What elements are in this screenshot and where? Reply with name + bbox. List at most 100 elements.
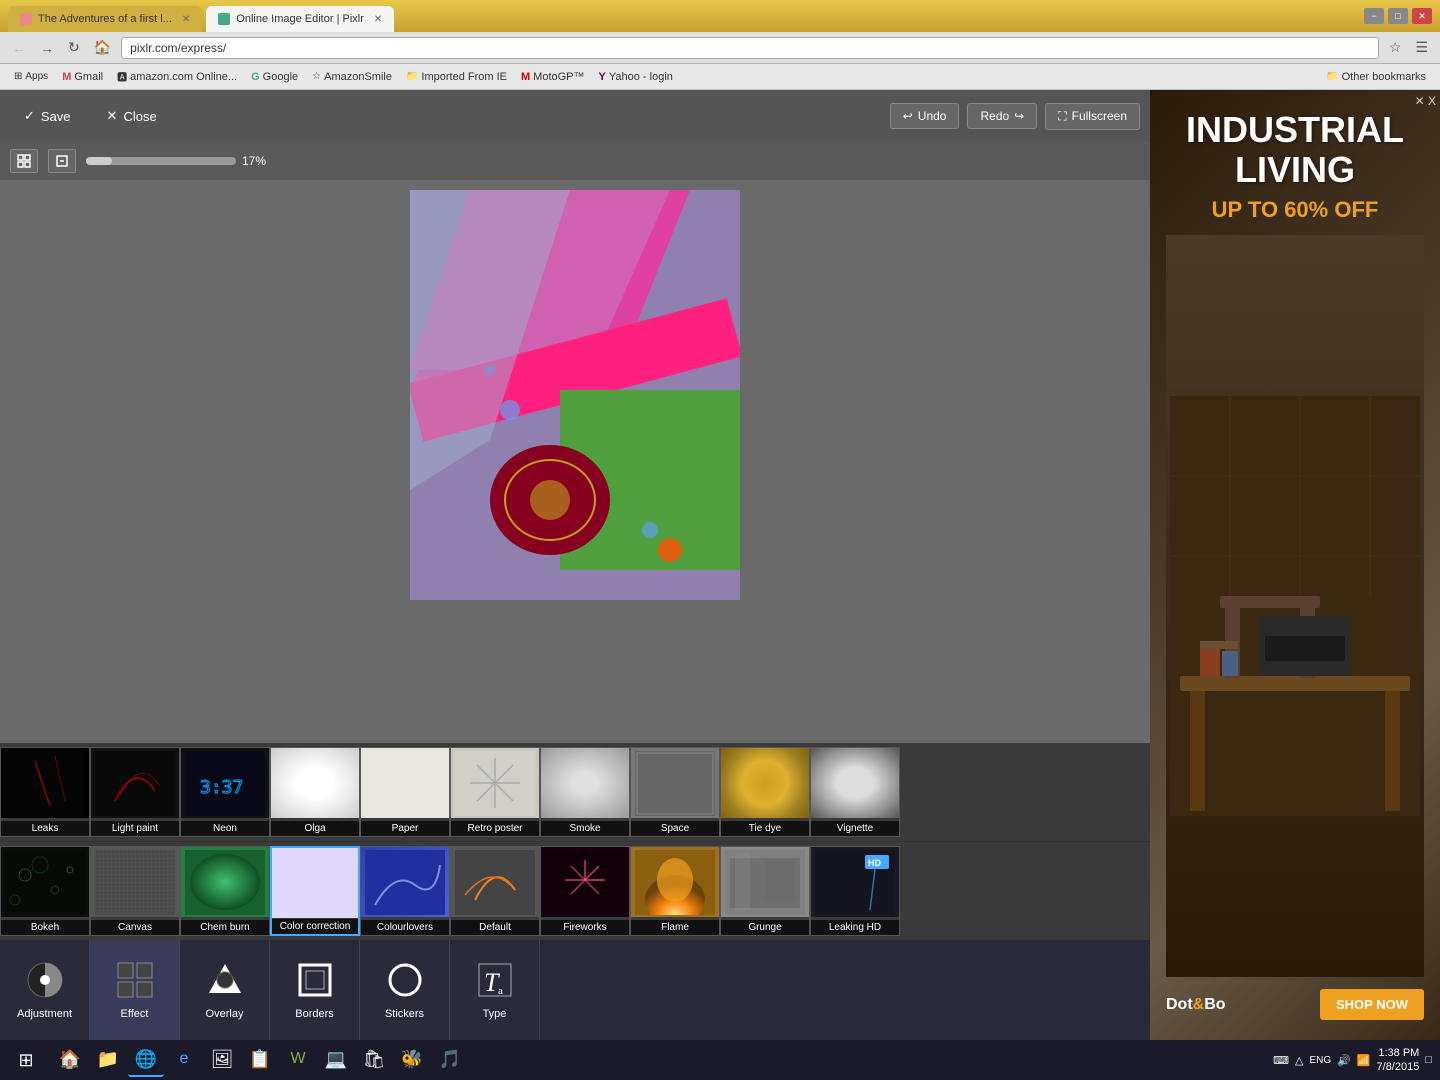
apps-label: Apps (25, 71, 48, 82)
effect-lightpaint[interactable]: Light paint (90, 747, 180, 837)
effect-colorcorrection[interactable]: Color correction (270, 846, 360, 936)
taskbar-start[interactable]: ⊞ (8, 1043, 44, 1077)
taskbar-app-laptop[interactable]: 💻 (318, 1043, 354, 1077)
effect-olga[interactable]: Olga (270, 747, 360, 837)
tool-borders[interactable]: Borders (270, 940, 360, 1040)
close-button[interactable]: ✕ Close (93, 102, 171, 130)
systray-network-icon[interactable]: 📶 (1357, 1054, 1371, 1067)
ad-close-icon[interactable]: ✕ X (1415, 94, 1436, 108)
systray-notification[interactable]: □ (1425, 1054, 1432, 1066)
address-bar[interactable]: pixlr.com/express/ (121, 37, 1379, 59)
undo-button[interactable]: ↩ Undo (890, 103, 960, 129)
zoom-actual-btn[interactable] (48, 149, 76, 173)
effect-neon[interactable]: 3:37 Neon (180, 747, 270, 837)
toolbar-right: ↩ Undo Redo ↪ ⛶ Fullscreen (890, 103, 1140, 130)
bookmark-amazonsmile[interactable]: ☆ AmazonSmile (306, 69, 398, 85)
tool-effect[interactable]: Effect (90, 940, 180, 1040)
effect-flame[interactable]: Flame (630, 846, 720, 936)
bottom-panel: Leaks Light paint (0, 743, 1150, 1040)
amazon-icon: 🅰 (117, 69, 127, 84)
ad-subtitle: UP TO 60% OFF (1212, 197, 1379, 223)
effect-chemburn[interactable]: Chem burn (180, 846, 270, 936)
canvas-area (0, 180, 1150, 743)
tool-stickers[interactable]: Stickers (360, 940, 450, 1040)
effect-bokeh[interactable]: Bokeh (0, 846, 90, 936)
tool-adjustment[interactable]: Adjustment (0, 940, 90, 1040)
tab-pixlr[interactable]: Online Image Editor | Pixlr ✕ (206, 6, 394, 32)
bookmark-imported[interactable]: 📁 Imported From IE (400, 69, 513, 85)
effect-fireworks[interactable]: Fireworks (540, 846, 630, 936)
smile-label: AmazonSmile (324, 71, 392, 83)
tab-close-pixlr[interactable]: ✕ (374, 14, 382, 25)
tab-close-adventures[interactable]: ✕ (182, 14, 190, 25)
save-button[interactable]: ✓ Save (10, 102, 85, 130)
taskbar-app-home[interactable]: 🏠 (52, 1043, 88, 1077)
adjustment-icon (25, 960, 65, 1000)
effect-default[interactable]: Default (450, 846, 540, 936)
close-label: Close (123, 109, 156, 124)
systray-arrow-icon[interactable]: △ (1295, 1054, 1303, 1067)
effect-grunge[interactable]: Grunge (720, 846, 810, 936)
taskbar-app-store[interactable]: 🛍 (356, 1043, 392, 1077)
zoom-slider-container[interactable]: 17% (86, 154, 266, 168)
yahoo-label: Yahoo - login (609, 71, 673, 83)
tab-adventures[interactable]: The Adventures of a first l... ✕ (8, 6, 202, 32)
taskbar-app-media[interactable]: 🎵 (432, 1043, 468, 1077)
zoom-fit-btn[interactable] (10, 149, 38, 173)
taskbar-app-ie[interactable]: e (166, 1043, 202, 1077)
svg-text:3:37: 3:37 (200, 777, 243, 798)
systray-volume-icon[interactable]: 🔊 (1337, 1054, 1351, 1067)
redo-button[interactable]: Redo ↪ (967, 103, 1037, 129)
effect-label-bokeh: Bokeh (1, 920, 89, 935)
svg-text:a: a (498, 985, 503, 997)
effect-space[interactable]: Space (630, 747, 720, 837)
taskbar-app-clipboard[interactable]: 📋 (242, 1043, 278, 1077)
bookmark-motogp[interactable]: M MotoGP™ (515, 69, 591, 85)
yahoo-icon: Y (599, 71, 606, 83)
nav-back[interactable]: ← (8, 38, 30, 58)
effect-tiedye[interactable]: Tie dye (720, 747, 810, 837)
overlay-icon (205, 960, 245, 1000)
effect-colourlovers[interactable]: Colourlovers (360, 846, 450, 936)
apps-icon: ⊞ (14, 71, 22, 82)
tool-type[interactable]: T a Type (450, 940, 540, 1040)
nav-refresh[interactable]: ↻ (64, 37, 84, 58)
zoom-slider[interactable] (86, 157, 236, 165)
stickers-label: Stickers (385, 1008, 424, 1020)
effect-paper[interactable]: Paper (360, 747, 450, 837)
bookmark-amazon[interactable]: 🅰 amazon.com Online... (111, 67, 243, 86)
bookmark-gmail[interactable]: M Gmail (56, 69, 109, 85)
taskbar-app-browser[interactable]: 🌐 (128, 1043, 164, 1077)
undo-icon: ↩ (903, 109, 913, 123)
fullscreen-button[interactable]: ⛶ Fullscreen (1045, 103, 1140, 130)
effect-retroposter[interactable]: Retro poster (450, 747, 540, 837)
effect-leakingHD[interactable]: HD Leaking HD (810, 846, 900, 936)
bookmark-apps[interactable]: ⊞ Apps (8, 69, 54, 84)
bookmark-yahoo[interactable]: Y Yahoo - login (593, 69, 679, 85)
nav-home[interactable]: 🏠 (90, 37, 115, 58)
taskbar-app-explorer[interactable]: 📁 (90, 1043, 126, 1077)
taskbar-app-office[interactable]: W (280, 1043, 316, 1077)
image-canvas (410, 190, 740, 600)
bookmark-google[interactable]: G Google (245, 69, 304, 85)
bookmark-other[interactable]: 📁 Other bookmarks (1320, 69, 1432, 85)
effect-vignette[interactable]: Vignette (810, 747, 900, 837)
systray-keyboard-icon[interactable]: ⌨ (1273, 1054, 1289, 1067)
systray-lang[interactable]: ENG (1309, 1055, 1331, 1066)
effect-label-space: Space (631, 821, 719, 836)
ad-shop-button[interactable]: SHOP NOW (1320, 989, 1424, 1020)
effect-leaks[interactable]: Leaks (0, 747, 90, 837)
taskbar-app-bee[interactable]: 🐝 (394, 1043, 430, 1077)
flame-thumb-img (635, 850, 715, 915)
window-maximize[interactable]: □ (1388, 8, 1408, 24)
window-minimize[interactable]: − (1364, 8, 1384, 24)
effect-canvas[interactable]: Canvas (90, 846, 180, 936)
effect-label-lightpaint: Light paint (91, 821, 179, 836)
taskbar-app-photos[interactable]: 🖼 (204, 1043, 240, 1077)
effect-smoke[interactable]: Smoke (540, 747, 630, 837)
nav-star[interactable]: ☆ (1385, 37, 1406, 58)
nav-forward[interactable]: → (36, 38, 58, 58)
nav-menu[interactable]: ☰ (1411, 37, 1432, 58)
window-close[interactable]: ✕ (1412, 8, 1432, 24)
tool-overlay[interactable]: Overlay (180, 940, 270, 1040)
